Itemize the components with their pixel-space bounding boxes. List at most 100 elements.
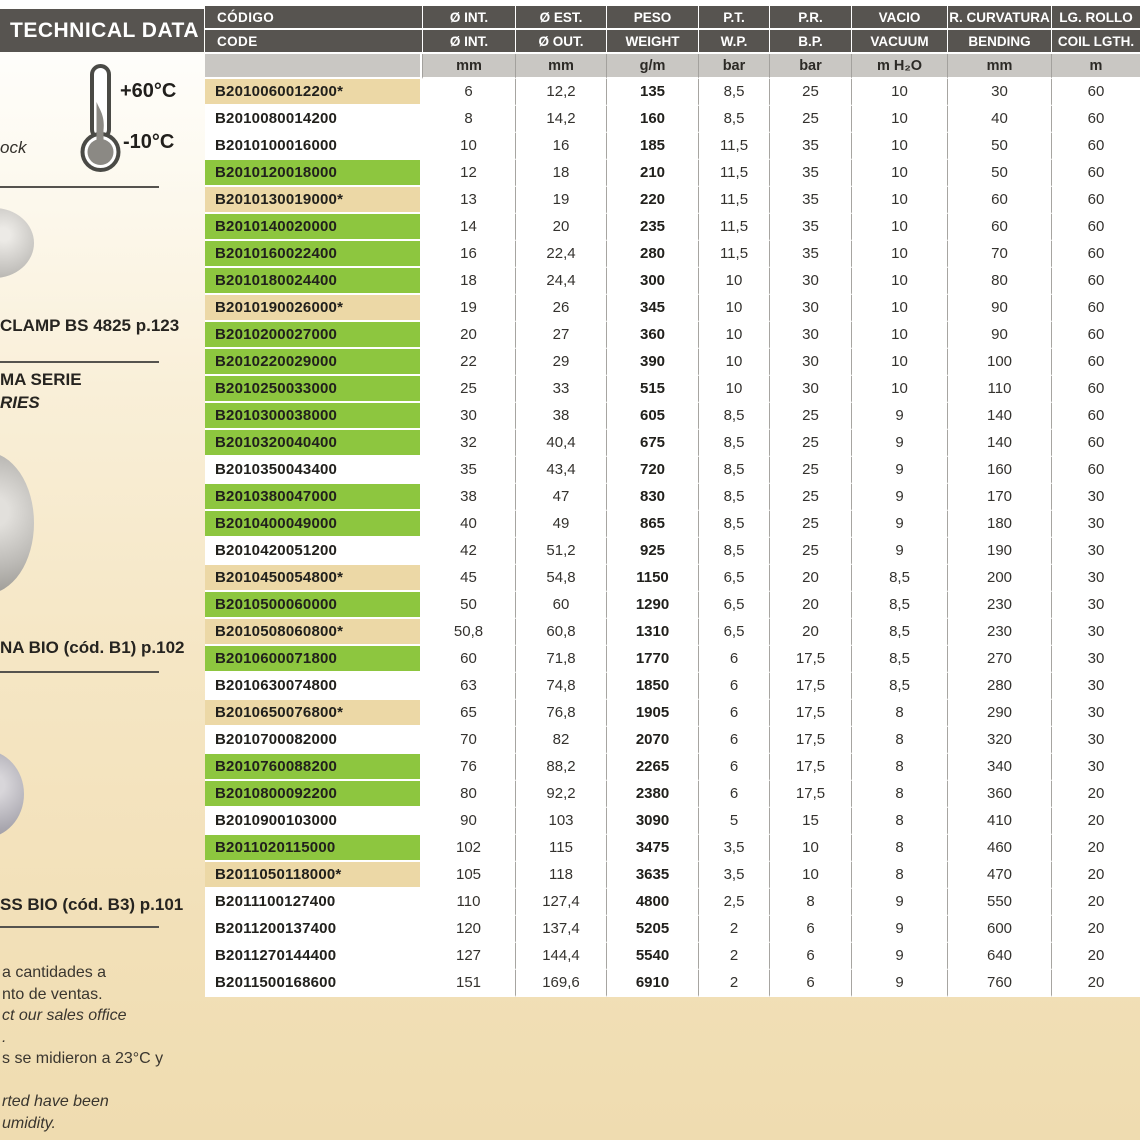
column-header: Ø INT. — [422, 6, 515, 30]
unit-label: bar — [769, 54, 851, 79]
value-cell: 2380 — [606, 781, 698, 808]
value-cell: 20 — [769, 565, 851, 592]
value-cell: 30 — [769, 349, 851, 376]
value-cell: 50 — [947, 133, 1051, 160]
value-cell: 6 — [769, 916, 851, 943]
sidebar-divider — [0, 671, 159, 673]
product-code-cell: B2010130019000* — [205, 187, 422, 214]
value-cell: 600 — [947, 916, 1051, 943]
value-cell: 35 — [769, 241, 851, 268]
value-cell: 3,5 — [698, 862, 769, 889]
value-cell: 10 — [851, 79, 947, 106]
value-cell: 6 — [698, 700, 769, 727]
value-cell: 70 — [422, 727, 515, 754]
page-title: TECHNICAL DATA — [0, 9, 204, 52]
value-cell: 17,5 — [769, 646, 851, 673]
value-cell: 470 — [947, 862, 1051, 889]
value-cell: 120 — [422, 916, 515, 943]
value-cell: 8 — [851, 700, 947, 727]
product-code-cell: B2011500168600 — [205, 970, 422, 997]
value-cell: 2,5 — [698, 889, 769, 916]
value-cell: 5 — [698, 808, 769, 835]
value-cell: 20 — [1051, 862, 1140, 889]
table-row: B2010250033000 25 33 515 10 30 10 110 60 — [205, 376, 1140, 403]
value-cell: 30 — [1051, 754, 1140, 781]
value-cell: 26 — [515, 295, 606, 322]
value-cell: 110 — [947, 376, 1051, 403]
value-cell: 8,5 — [851, 619, 947, 646]
value-cell: 8,5 — [698, 403, 769, 430]
value-cell: 144,4 — [515, 943, 606, 970]
value-cell: 6 — [698, 673, 769, 700]
value-cell: 1770 — [606, 646, 698, 673]
value-cell: 17,5 — [769, 781, 851, 808]
product-code-cell: B2011020115000 — [205, 835, 422, 862]
value-cell: 5205 — [606, 916, 698, 943]
value-cell: 25 — [769, 538, 851, 565]
product-code-cell: B2010508060800* — [205, 619, 422, 646]
footnote-line: umidity. — [2, 1114, 56, 1132]
unit-label: m H₂O — [851, 54, 947, 79]
value-cell: 720 — [606, 457, 698, 484]
product-code-cell: B2010450054800* — [205, 565, 422, 592]
value-cell: 65 — [422, 700, 515, 727]
value-cell: 51,2 — [515, 538, 606, 565]
value-cell: 8 — [851, 808, 947, 835]
value-cell: 3635 — [606, 862, 698, 889]
value-cell: 925 — [606, 538, 698, 565]
product-code-cell: B2010100016000 — [205, 133, 422, 160]
value-cell: 10 — [851, 295, 947, 322]
value-cell: 27 — [515, 322, 606, 349]
product-code-cell: B2010380047000 — [205, 484, 422, 511]
value-cell: 10 — [422, 133, 515, 160]
product-code-cell: B2010140020000 — [205, 214, 422, 241]
value-cell: 300 — [606, 268, 698, 295]
value-cell: 135 — [606, 79, 698, 106]
value-cell: 12 — [422, 160, 515, 187]
value-cell: 30 — [1051, 538, 1140, 565]
unit-label: m — [1051, 54, 1140, 79]
value-cell: 9 — [851, 403, 947, 430]
value-cell: 18 — [422, 268, 515, 295]
value-cell: 33 — [515, 376, 606, 403]
value-cell: 30 — [1051, 565, 1140, 592]
value-cell: 640 — [947, 943, 1051, 970]
value-cell: 30 — [1051, 592, 1140, 619]
value-cell: 43,4 — [515, 457, 606, 484]
value-cell: 60 — [1051, 160, 1140, 187]
column-header: VACIO — [851, 6, 947, 30]
product-code-cell: B2010160022400 — [205, 241, 422, 268]
value-cell: 19 — [515, 187, 606, 214]
value-cell: 25 — [769, 457, 851, 484]
value-cell: 63 — [422, 673, 515, 700]
value-cell: 60 — [947, 187, 1051, 214]
sidebar-divider — [0, 361, 159, 363]
value-cell: 151 — [422, 970, 515, 997]
value-cell: 18 — [515, 160, 606, 187]
product-code-cell: B2010350043400 — [205, 457, 422, 484]
product-code-cell: B2011100127400 — [205, 889, 422, 916]
value-cell: 830 — [606, 484, 698, 511]
value-cell: 40,4 — [515, 430, 606, 457]
value-cell: 30 — [1051, 619, 1140, 646]
value-cell: 25 — [769, 106, 851, 133]
value-cell: 160 — [947, 457, 1051, 484]
value-cell: 760 — [947, 970, 1051, 997]
value-cell: 8 — [851, 727, 947, 754]
value-cell: 30 — [769, 295, 851, 322]
value-cell: 410 — [947, 808, 1051, 835]
table-row: B2010300038000 30 38 605 8,5 25 9 140 60 — [205, 403, 1140, 430]
value-cell: 127 — [422, 943, 515, 970]
column-header: COIL LGTH. — [1051, 30, 1140, 54]
value-cell: 360 — [947, 781, 1051, 808]
value-cell: 2 — [698, 943, 769, 970]
value-cell: 6 — [422, 79, 515, 106]
sidebar-item-bio-b3-ref: SS BIO (cód. B3) p.101 — [0, 895, 184, 914]
table-row: B2010220029000 22 29 390 10 30 10 100 60 — [205, 349, 1140, 376]
table-row: B2010190026000* 19 26 345 10 30 10 90 60 — [205, 295, 1140, 322]
value-cell: 35 — [769, 214, 851, 241]
value-cell: 30 — [1051, 484, 1140, 511]
value-cell: 127,4 — [515, 889, 606, 916]
value-cell: 11,5 — [698, 214, 769, 241]
value-cell: 30 — [422, 403, 515, 430]
